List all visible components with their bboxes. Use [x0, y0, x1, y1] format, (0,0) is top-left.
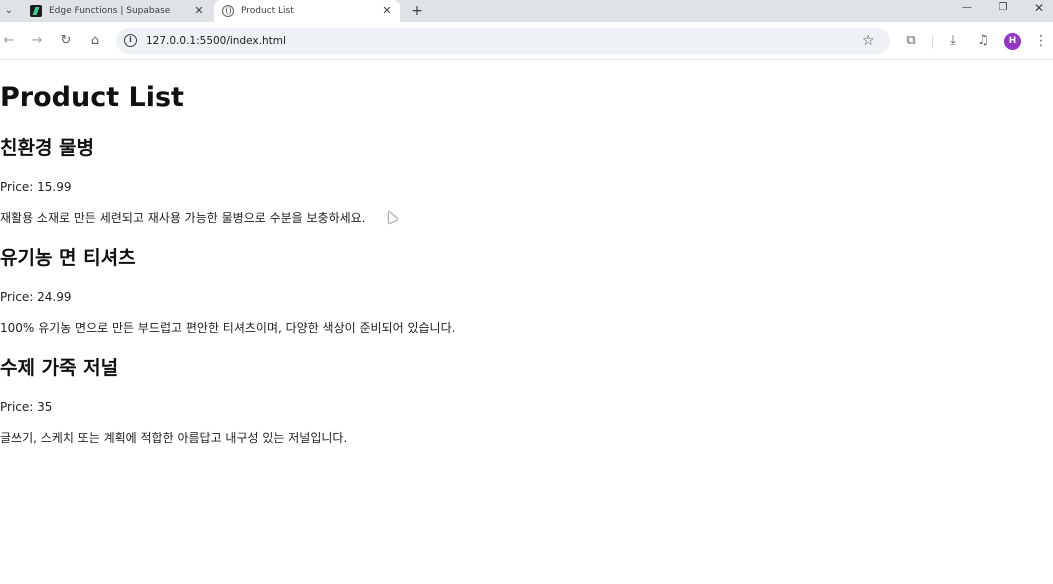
- product-price: Price: 35: [0, 400, 53, 414]
- globe-icon: [222, 5, 234, 17]
- restore-icon[interactable]: ❐: [985, 0, 1021, 18]
- tab-product-list[interactable]: Product List ✕: [214, 0, 400, 22]
- product-description: 재활용 소재로 만든 세련되고 재사용 가능한 물병으로 수분을 보충하세요.: [0, 211, 366, 225]
- product-price: Price: 24.99: [0, 290, 72, 304]
- product-description: 글쓰기, 스케치 또는 계획에 적합한 아름답고 내구성 있는 저널입니다.: [0, 431, 348, 445]
- minimize-icon[interactable]: —: [949, 0, 985, 18]
- bookmark-star-icon[interactable]: ☆: [862, 32, 875, 50]
- toolbar-divider: [932, 35, 933, 49]
- product-name: 수제 가죽 저널: [0, 357, 119, 379]
- tab-supabase[interactable]: Edge Functions | Supabase ✕: [22, 0, 212, 22]
- product-name: 친환경 물병: [0, 137, 95, 159]
- reload-icon[interactable]: ↻: [57, 32, 75, 50]
- tab-strip: ⌄ Edge Functions | Supabase ✕ Product Li…: [0, 0, 1053, 22]
- product-description: 100% 유기농 면으로 만든 부드럽고 편안한 티셔츠이며, 다양한 색상이 …: [0, 321, 456, 335]
- address-url[interactable]: 127.0.0.1:5500/index.html: [146, 33, 286, 49]
- page-title: Product List: [0, 82, 184, 113]
- download-icon[interactable]: ⤓: [944, 32, 962, 50]
- tab-search-chevron-icon[interactable]: ⌄: [2, 3, 16, 19]
- close-window-icon[interactable]: ✕: [1021, 0, 1053, 18]
- close-tab-icon[interactable]: ✕: [192, 4, 206, 18]
- product-name: 유기농 면 티셔츠: [0, 247, 136, 269]
- new-tab-button[interactable]: +: [409, 2, 425, 20]
- mouse-cursor-icon: [384, 209, 398, 224]
- site-info-icon[interactable]: i: [124, 34, 137, 47]
- extensions-puzzle-icon[interactable]: ⧉: [902, 32, 920, 50]
- tab-title: Product List: [241, 6, 294, 16]
- home-icon[interactable]: ⌂: [86, 32, 104, 50]
- close-tab-icon[interactable]: ✕: [380, 4, 394, 18]
- tab-title: Edge Functions | Supabase: [49, 6, 171, 16]
- address-bar[interactable]: i 127.0.0.1:5500/index.html ☆: [116, 28, 890, 54]
- media-control-icon[interactable]: ♫: [974, 32, 992, 50]
- browser-toolbar: ← → ↻ ⌂ i 127.0.0.1:5500/index.html ☆ ⧉ …: [0, 22, 1053, 60]
- supabase-icon: [30, 5, 42, 17]
- back-arrow-icon[interactable]: ←: [0, 32, 18, 50]
- forward-arrow-icon[interactable]: →: [28, 32, 46, 50]
- more-menu-icon[interactable]: ⋮: [1032, 32, 1050, 50]
- page-content: Product List 친환경 물병 Price: 15.99 재활용 소재로…: [0, 61, 1053, 584]
- profile-avatar[interactable]: H: [1004, 33, 1021, 50]
- product-price: Price: 15.99: [0, 180, 72, 194]
